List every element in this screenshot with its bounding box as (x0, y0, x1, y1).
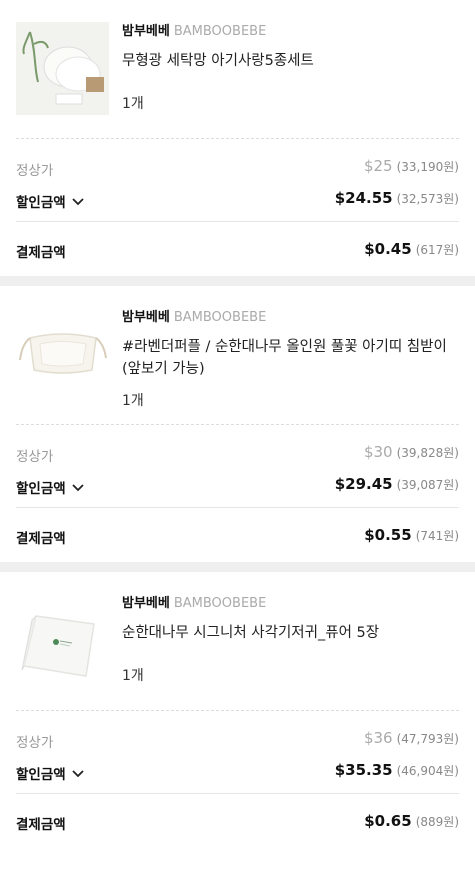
product-name[interactable]: 순한대나무 시그니처 사각기저귀_퓨어 5장 (122, 622, 459, 644)
chevron-down-icon[interactable] (72, 770, 84, 778)
regular-price-krw: (39,828원) (396, 446, 459, 460)
quantity: 1개 (122, 393, 144, 409)
payment-price-krw: (617원) (415, 243, 459, 257)
discount-price: $29.45 (334, 475, 393, 493)
discount-price: $24.55 (334, 189, 393, 207)
payment-label: 결제금액 (16, 531, 66, 547)
discount-price-krw: (39,087원) (396, 478, 459, 492)
regular-price-row: 정상가 $30 (39,828원) (16, 437, 459, 469)
item-info: 밤부베베 BAMBOOBEBE 순한대나무 시그니처 사각기저귀_퓨어 5장 1개 (122, 594, 459, 684)
regular-price-label: 정상가 (16, 449, 54, 465)
order-card: 밤부베베 BAMBOOBEBE 무형광 세탁망 아기사랑5종세트 1개 정상가 $… (0, 0, 475, 276)
product-name[interactable]: 무형광 세탁망 아기사랑5종세트 (122, 50, 459, 72)
quantity: 1개 (122, 668, 144, 684)
payment-price: $0.65 (364, 812, 412, 830)
discount-row[interactable]: 할인금액 $29.45 (39,087원) (16, 469, 459, 501)
brand-name-ko: 밤부베베 (122, 24, 170, 39)
discount-row[interactable]: 할인금액 $24.55 (32,573원) (16, 183, 459, 215)
payment-price-krw: (741원) (415, 529, 459, 543)
discount-price: $35.35 (334, 761, 393, 779)
regular-price-krw: (33,190원) (396, 160, 459, 174)
chevron-down-icon[interactable] (72, 198, 84, 206)
discount-label: 할인금액 (16, 481, 66, 497)
payment-row: 결제금액 $0.55 (741원) (16, 507, 459, 562)
discount-row[interactable]: 할인금액 $35.35 (46,904원) (16, 755, 459, 787)
payment-price-krw: (889원) (415, 815, 459, 829)
payment-row: 결제금액 $0.45 (617원) (16, 221, 459, 276)
regular-price: $30 (363, 443, 393, 461)
brand-name-ko: 밤부베베 (122, 596, 170, 611)
section-divider (0, 276, 475, 286)
regular-price-row: 정상가 $25 (33,190원) (16, 151, 459, 183)
item-info: 밤부베베 BAMBOOBEBE 무형광 세탁망 아기사랑5종세트 1개 (122, 22, 459, 112)
section-divider (0, 562, 475, 572)
regular-price-label: 정상가 (16, 163, 54, 179)
brand: 밤부베베 BAMBOOBEBE (122, 308, 459, 328)
laundry-net-set-image (16, 22, 109, 115)
order-card: 밤부베베 BAMBOOBEBE #라벤더퍼플 / 순한대나무 올인원 풀꽃 아기띠… (0, 286, 475, 562)
drool-pad-image (16, 308, 109, 401)
brand-name-en: BAMBOOBEBE (173, 310, 267, 325)
brand-name-en: BAMBOOBEBE (173, 24, 267, 39)
payment-label: 결제금액 (16, 245, 66, 261)
regular-price: $25 (363, 157, 393, 175)
brand: 밤부베베 BAMBOOBEBE (122, 22, 459, 42)
regular-price-krw: (47,793원) (396, 732, 459, 746)
square-diaper-image (16, 594, 109, 687)
regular-price-label: 정상가 (16, 735, 54, 751)
discount-label: 할인금액 (16, 195, 66, 211)
payment-row: 결제금액 $0.65 (889원) (16, 793, 459, 848)
brand-name-en: BAMBOOBEBE (173, 596, 267, 611)
payment-price: $0.55 (364, 526, 412, 544)
order-item[interactable]: 밤부베베 BAMBOOBEBE 순한대나무 시그니처 사각기저귀_퓨어 5장 1개 (16, 572, 459, 711)
item-info: 밤부베베 BAMBOOBEBE #라벤더퍼플 / 순한대나무 올인원 풀꽃 아기띠… (122, 308, 459, 409)
discount-price-krw: (32,573원) (396, 192, 459, 206)
quantity: 1개 (122, 96, 144, 112)
payment-label: 결제금액 (16, 817, 66, 833)
order-item[interactable]: 밤부베베 BAMBOOBEBE 무형광 세탁망 아기사랑5종세트 1개 (16, 0, 459, 139)
order-item[interactable]: 밤부베베 BAMBOOBEBE #라벤더퍼플 / 순한대나무 올인원 풀꽃 아기띠… (16, 286, 459, 425)
brand-name-ko: 밤부베베 (122, 310, 170, 325)
regular-price-row: 정상가 $36 (47,793원) (16, 723, 459, 755)
product-name[interactable]: #라벤더퍼플 / 순한대나무 올인원 풀꽃 아기띠 침받이(앞보기 가능) (122, 336, 459, 380)
order-card: 밤부베베 BAMBOOBEBE 순한대나무 시그니처 사각기저귀_퓨어 5장 1개… (0, 572, 475, 848)
chevron-down-icon[interactable] (72, 484, 84, 492)
brand: 밤부베베 BAMBOOBEBE (122, 594, 459, 614)
discount-price-krw: (46,904원) (396, 764, 459, 778)
regular-price: $36 (363, 729, 393, 747)
payment-price: $0.45 (364, 240, 412, 258)
discount-label: 할인금액 (16, 767, 66, 783)
